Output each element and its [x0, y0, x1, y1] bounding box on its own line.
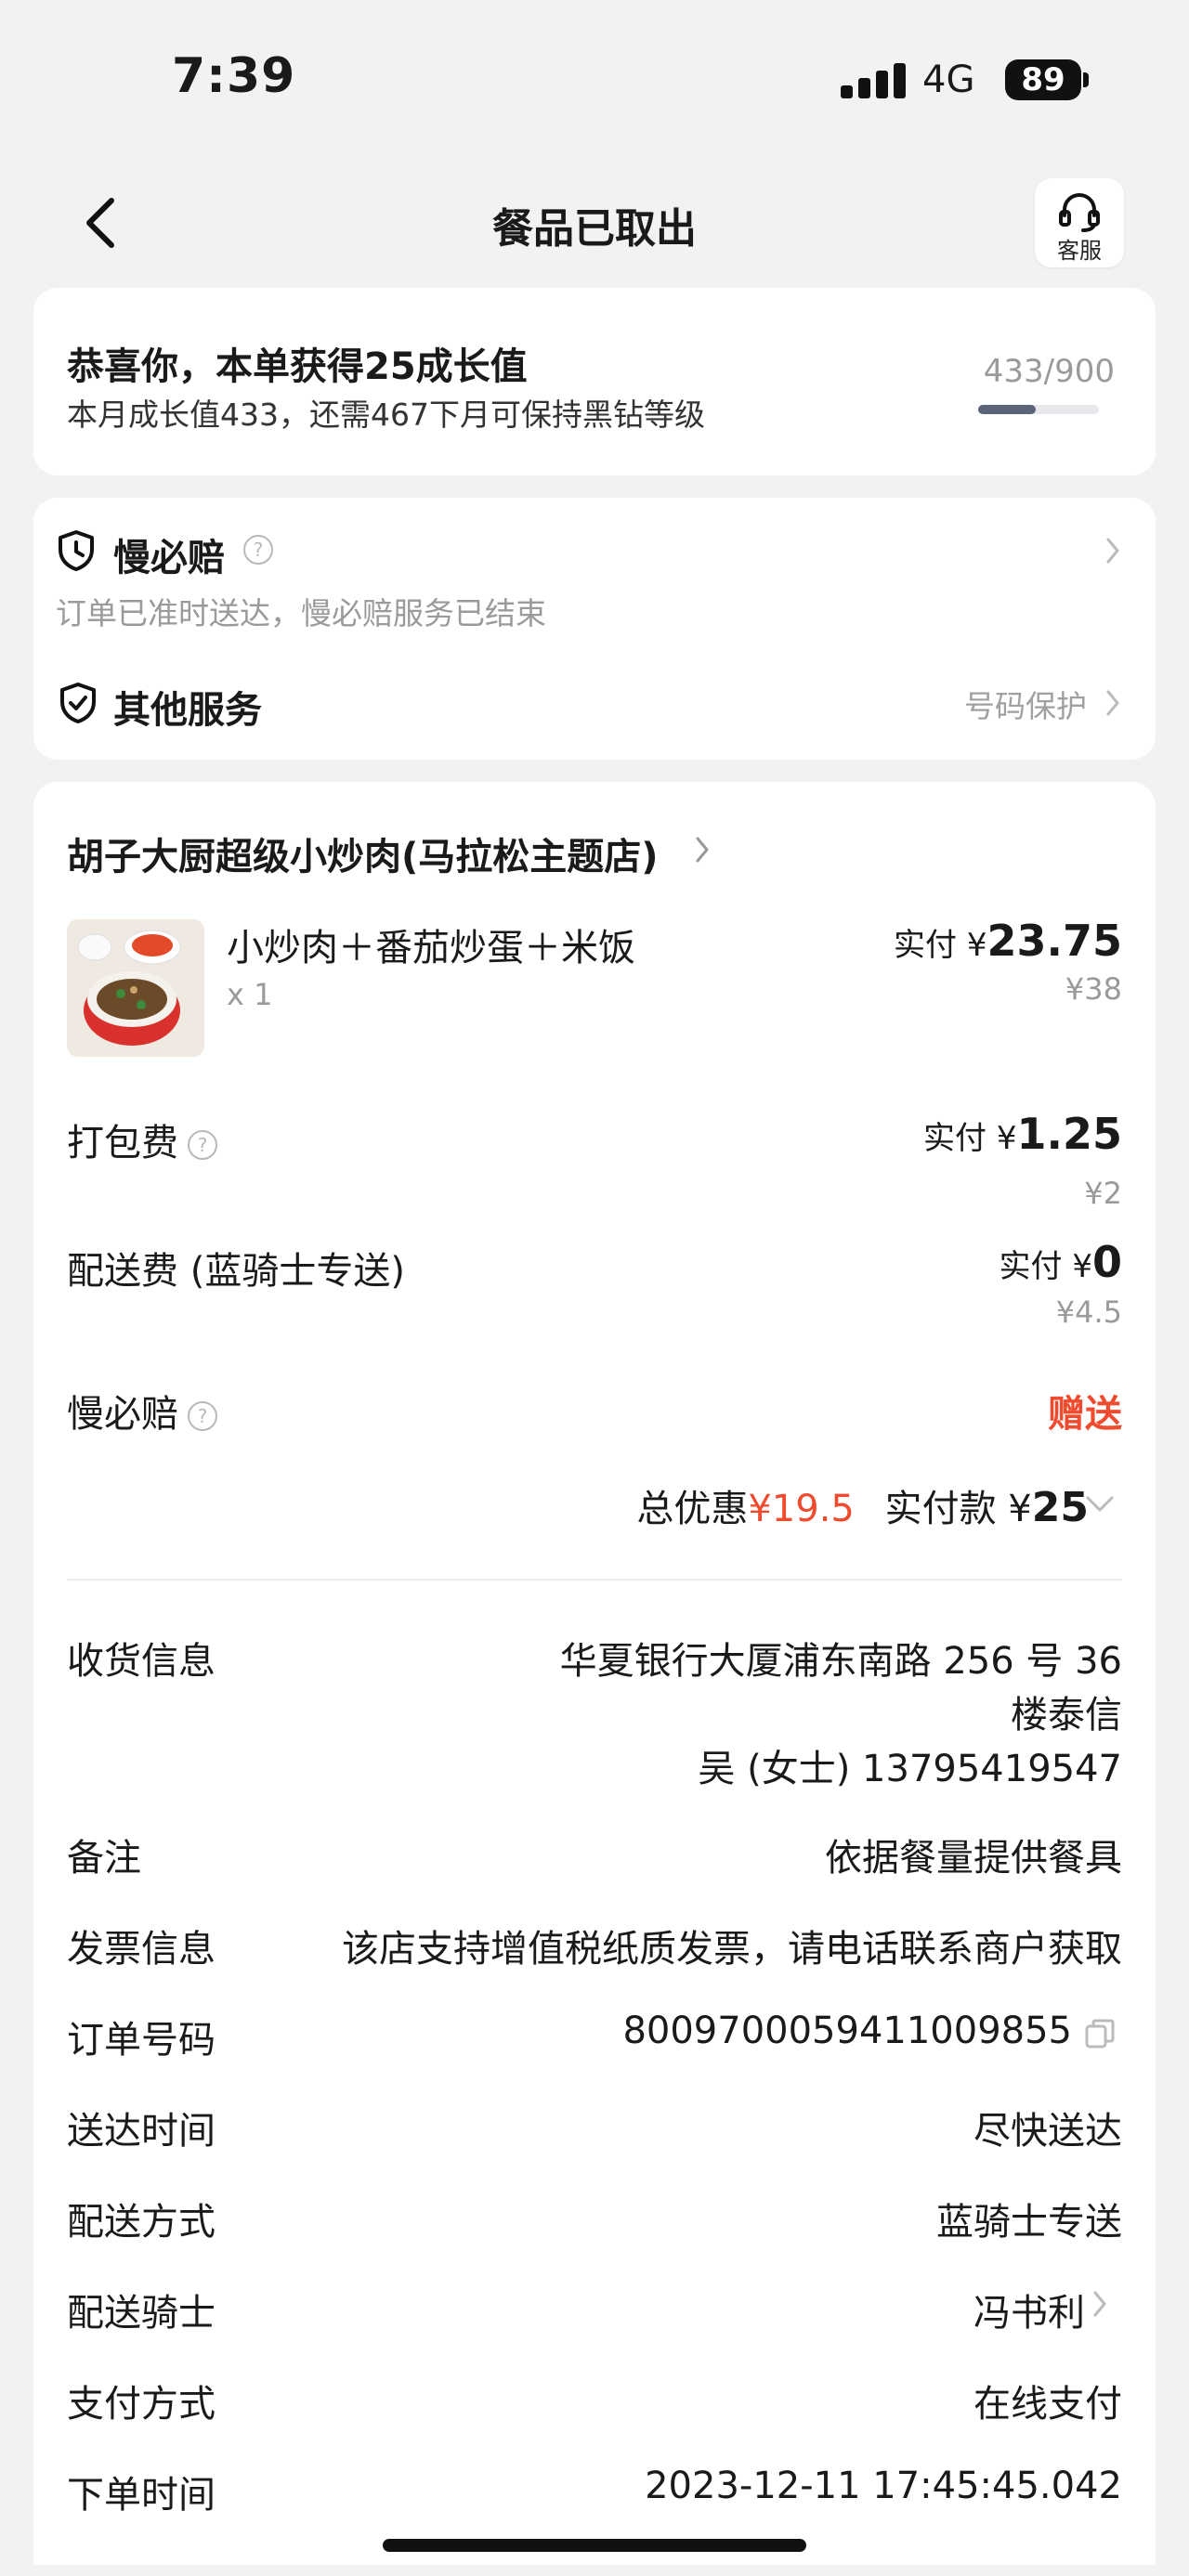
food-image: [67, 919, 204, 1057]
growth-count: 433/900: [983, 353, 1115, 390]
payment-label: 支付方式: [67, 2383, 216, 2426]
payment-value: 在线支付: [973, 2383, 1122, 2426]
rider-value[interactable]: 冯书利: [973, 2283, 1085, 2336]
invoice-label: 发票信息: [67, 1928, 216, 1971]
copy-icon[interactable]: [1083, 2017, 1117, 2054]
item-quantity: x 1: [227, 977, 273, 1012]
delivery-paid-amount: 0: [1091, 1237, 1122, 1287]
growth-subtitle: 本月成长值433，还需467下月可保持黑钻等级: [67, 397, 705, 433]
order-number-value: 8009700059411009855: [622, 2010, 1072, 2052]
total-discount-amount: ¥19.5: [748, 1488, 855, 1530]
item-original-price: ¥38: [1065, 971, 1122, 1007]
delivery-paid-row: 实付 ¥0: [1000, 1237, 1122, 1287]
item-paid-label: 实付 ¥: [894, 927, 987, 964]
divider: [67, 1579, 1122, 1581]
order-time-label: 下单时间: [67, 2474, 216, 2517]
packing-paid-amount: 1.25: [1016, 1109, 1123, 1159]
chevron-right-icon[interactable]: [1105, 537, 1120, 568]
invoice-value: 该店支持增值税纸质发票，请电话联系商户获取: [342, 1928, 1122, 1971]
chevron-right-icon[interactable]: [695, 836, 710, 867]
delivery-fee-label: 配送费 (蓝骑士专送): [67, 1250, 405, 1293]
slow-pay-label: 慢必赔: [67, 1393, 178, 1436]
other-services-title: 其他服务: [113, 689, 262, 732]
slow-pay-value: 赠送: [1048, 1393, 1122, 1436]
total-discount-label: 总优惠: [636, 1488, 749, 1530]
slow-pay-row: 慢必赔?: [67, 1384, 217, 1438]
rider-label: 配送骑士: [67, 2292, 216, 2335]
total-row[interactable]: 总优惠¥19.5 实付款 ¥25: [636, 1478, 1089, 1532]
delivery-original-price: ¥4.5: [1055, 1295, 1122, 1330]
question-icon[interactable]: ?: [188, 1401, 217, 1431]
packing-paid-label: 实付 ¥: [923, 1120, 1017, 1157]
status-time: 7:39: [172, 48, 296, 104]
delivery-time-value: 尽快送达: [973, 2110, 1122, 2153]
chevron-down-icon[interactable]: [1085, 1495, 1115, 1517]
store-name[interactable]: 胡子大厨超级小炒肉(马拉松主题店): [67, 826, 659, 880]
growth-title: 恭喜你，本单获得25成长值: [67, 345, 528, 388]
check-shield-icon: [58, 682, 98, 728]
item-paid-row: 实付 ¥23.75: [894, 916, 1122, 966]
item-name: 小炒肉＋番茄炒蛋＋米饭: [227, 927, 635, 969]
network-type: 4G: [922, 59, 975, 101]
note-label: 备注: [67, 1837, 141, 1880]
back-chevron-icon[interactable]: [82, 195, 119, 251]
packing-fee-label-row: 打包费?: [67, 1112, 217, 1166]
delivery-time-label: 送达时间: [67, 2110, 216, 2153]
packing-original-price: ¥2: [1084, 1176, 1122, 1211]
clock-shield-icon: [56, 529, 97, 576]
order-number-label: 订单号码: [67, 2019, 216, 2062]
battery-icon: 89: [1005, 59, 1081, 100]
slow-pay-title: 慢必赔: [113, 537, 225, 579]
address-line1: 华夏银行大厦浦东南路 256 号 36: [559, 1640, 1122, 1683]
address-label: 收货信息: [67, 1640, 216, 1683]
packing-paid-row: 实付 ¥1.25: [923, 1109, 1122, 1159]
item-paid-amount: 23.75: [986, 916, 1122, 966]
address-line2: 楼泰信: [1011, 1694, 1122, 1737]
growth-progress-bar: [978, 405, 1099, 414]
chevron-right-icon[interactable]: [1092, 2290, 1107, 2322]
delivery-paid-label: 实付 ¥: [999, 1248, 1092, 1285]
order-time-value: 2023-12-11 17:45:45.042: [645, 2465, 1122, 2507]
total-paid-amount: 25: [1031, 1484, 1089, 1531]
service-label: 客服: [1057, 238, 1102, 264]
delivery-method-value: 蓝骑士专送: [936, 2201, 1122, 2244]
question-icon[interactable]: ?: [188, 1130, 217, 1160]
growth-progress-fill: [978, 405, 1037, 414]
packing-fee-label: 打包费: [67, 1122, 178, 1164]
other-services-value[interactable]: 号码保护: [964, 682, 1087, 726]
page-title: 餐品已取出: [492, 205, 697, 253]
delivery-method-label: 配送方式: [67, 2201, 216, 2244]
slow-pay-description: 订单已准时送达，慢必赔服务已结束: [56, 595, 546, 631]
note-value: 依据餐量提供餐具: [825, 1837, 1122, 1880]
cellular-signal-icon: [841, 61, 906, 98]
home-indicator: [383, 2539, 806, 2552]
headset-icon: [1059, 193, 1100, 232]
customer-service-button[interactable]: 客服: [1035, 178, 1124, 267]
total-paid-label: 实付款 ¥: [884, 1488, 1032, 1530]
question-icon[interactable]: ?: [243, 535, 273, 565]
chevron-right-icon[interactable]: [1105, 689, 1120, 721]
address-contact: 吴 (女士) 13795419547: [698, 1748, 1122, 1790]
battery-nub: [1083, 72, 1089, 87]
